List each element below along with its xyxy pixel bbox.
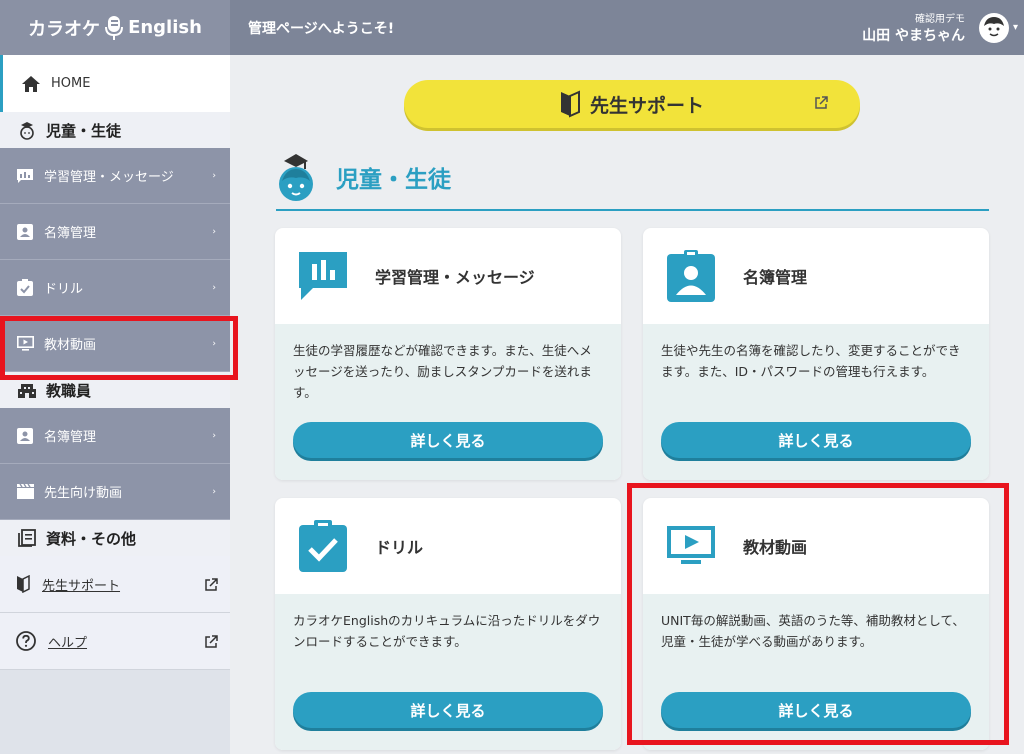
card-header: ドリル bbox=[275, 498, 621, 594]
card-description: カラオケEnglishのカリキュラムに沿ったドリルをダウンロードすることができま… bbox=[293, 613, 601, 649]
external-link-icon bbox=[205, 577, 218, 591]
external-link-icon bbox=[205, 634, 218, 648]
student-icon bbox=[279, 154, 313, 201]
sidebar-item-home[interactable]: HOME bbox=[0, 55, 230, 112]
page-title: 児童・生徒 bbox=[336, 167, 451, 193]
user-subtitle: 確認用デモ bbox=[914, 14, 965, 25]
chevron-right-icon: › bbox=[212, 282, 216, 293]
help-icon bbox=[16, 631, 36, 651]
chevron-right-icon: › bbox=[212, 170, 216, 181]
external-link-icon bbox=[815, 96, 828, 109]
sidebar-link-teacher-support[interactable]: 先生サポート bbox=[0, 556, 230, 613]
video-screen-icon bbox=[667, 526, 715, 564]
sidebar-section-staff: 教職員 bbox=[0, 372, 230, 408]
sidebar-link-help[interactable]: ヘルプ bbox=[0, 613, 230, 670]
id-badge-icon bbox=[16, 223, 34, 240]
chart-message-icon bbox=[299, 252, 347, 300]
building-icon bbox=[18, 384, 36, 398]
sidebar-section-other: 資料・その他 bbox=[0, 520, 230, 556]
id-badge-icon bbox=[16, 427, 34, 444]
card-header: 教材動画 bbox=[643, 498, 989, 594]
chevron-down-icon[interactable]: ▾ bbox=[1013, 22, 1018, 33]
sidebar-section-label: 資料・その他 bbox=[46, 529, 137, 548]
sidebar-item-staff-roster[interactable]: 名簿管理 › bbox=[0, 408, 230, 464]
sidebar-item-label: 名簿管理 bbox=[44, 430, 97, 445]
beginner-mark-icon bbox=[17, 575, 30, 593]
avatar-icon[interactable] bbox=[978, 12, 1009, 43]
card-body: 生徒や先生の名簿を確認したり、変更することができます。また、ID・パスワードの管… bbox=[643, 324, 989, 480]
app-logo[interactable]: カラオケ English bbox=[0, 0, 230, 55]
card-drill: ドリル カラオケEnglishのカリキュラムに沿ったドリルをダウンロードすること… bbox=[275, 498, 621, 750]
student-icon bbox=[20, 122, 34, 140]
sidebar-item-label: HOME bbox=[51, 76, 91, 91]
sidebar-item-label: 名簿管理 bbox=[44, 226, 97, 241]
main-content: 先生サポート 児童・生徒 学習管理・メッセージ 生徒の学習履歴などが確認できます… bbox=[230, 55, 1024, 754]
home-icon bbox=[22, 75, 40, 92]
card-body: UNIT毎の解説動画、英語のうた等、補助教材として、児童・生徒が学べる動画があり… bbox=[643, 594, 989, 750]
detail-button[interactable]: 詳しく見る bbox=[661, 692, 971, 728]
card-header: 名簿管理 bbox=[643, 228, 989, 324]
card-body: 生徒の学習履歴などが確認できます。また、生徒へメッセージを送ったり、励ましスタン… bbox=[275, 324, 621, 480]
id-badge-icon bbox=[667, 250, 715, 302]
sidebar-item-drill[interactable]: ドリル › bbox=[0, 260, 230, 316]
card-title: 教材動画 bbox=[743, 538, 808, 557]
card-description: 生徒や先生の名簿を確認したり、変更することができます。また、ID・パスワードの管… bbox=[661, 343, 961, 379]
card-learning-management: 学習管理・メッセージ 生徒の学習履歴などが確認できます。また、生徒へメッセージを… bbox=[275, 228, 621, 480]
sidebar-section-label: 教職員 bbox=[46, 381, 92, 400]
detail-button[interactable]: 詳しく見る bbox=[293, 422, 603, 458]
card-header: 学習管理・メッセージ bbox=[275, 228, 621, 324]
sidebar-item-teaching-video[interactable]: 教材動画 › bbox=[0, 316, 230, 372]
welcome-message: 管理ページへようこそ! bbox=[248, 20, 395, 37]
card-title: 学習管理・メッセージ bbox=[375, 268, 535, 287]
user-menu[interactable]: ▾ bbox=[978, 12, 1018, 43]
sidebar-item-teacher-video[interactable]: 先生向け動画 › bbox=[0, 464, 230, 520]
teacher-support-button[interactable]: 先生サポート bbox=[404, 80, 860, 128]
card-roster: 名簿管理 生徒や先生の名簿を確認したり、変更することができます。また、ID・パス… bbox=[643, 228, 989, 480]
teacher-support-label: 先生サポート bbox=[589, 94, 704, 117]
logo-text-english: English bbox=[128, 17, 202, 38]
sidebar-item-label: 学習管理・メッセージ bbox=[44, 170, 174, 185]
sidebar-section-students: 児童・生徒 bbox=[0, 112, 230, 148]
card-description: UNIT毎の解説動画、英語のうた等、補助教材として、児童・生徒が学べる動画があり… bbox=[661, 613, 965, 649]
card-body: カラオケEnglishのカリキュラムに沿ったドリルをダウンロードすることができま… bbox=[275, 594, 621, 750]
section-header: 児童・生徒 bbox=[276, 145, 989, 211]
sidebar-item-label: 教材動画 bbox=[44, 338, 97, 353]
document-list-icon bbox=[18, 529, 36, 547]
sidebar-link-label: ヘルプ bbox=[48, 635, 88, 651]
card-title: ドリル bbox=[375, 538, 424, 557]
sidebar-item-label: 先生向け動画 bbox=[44, 486, 123, 501]
video-screen-icon bbox=[16, 336, 34, 351]
user-info: 確認用デモ 山田 やまちゃん bbox=[862, 10, 965, 45]
chevron-right-icon: › bbox=[212, 486, 216, 497]
clapperboard-icon bbox=[16, 484, 34, 499]
sidebar-link-label: 先生サポート bbox=[42, 578, 121, 594]
clipboard-check-icon bbox=[299, 520, 347, 572]
chevron-right-icon: › bbox=[212, 430, 216, 441]
card-description: 生徒の学習履歴などが確認できます。また、生徒へメッセージを送ったり、励ましスタン… bbox=[293, 343, 592, 400]
microphone-icon bbox=[105, 15, 124, 40]
detail-button[interactable]: 詳しく見る bbox=[293, 692, 603, 728]
user-name: 山田 やまちゃん bbox=[862, 28, 965, 44]
chart-message-icon bbox=[16, 168, 34, 183]
card-teaching-video: 教材動画 UNIT毎の解説動画、英語のうた等、補助教材として、児童・生徒が学べる… bbox=[643, 498, 989, 750]
clipboard-check-icon bbox=[16, 279, 34, 296]
chevron-right-icon: › bbox=[212, 338, 216, 349]
beginner-mark-icon bbox=[560, 90, 580, 118]
detail-button[interactable]: 詳しく見る bbox=[661, 422, 971, 458]
chevron-right-icon: › bbox=[212, 226, 216, 237]
sidebar-section-label: 児童・生徒 bbox=[46, 121, 122, 140]
sidebar-item-label: ドリル bbox=[44, 282, 84, 297]
sidebar-item-roster[interactable]: 名簿管理 › bbox=[0, 204, 230, 260]
sidebar: HOME 児童・生徒 学習管理・メッセージ › 名簿管理 › ドリル › 教材動… bbox=[0, 55, 230, 754]
card-title: 名簿管理 bbox=[743, 268, 808, 287]
sidebar-item-learning-management[interactable]: 学習管理・メッセージ › bbox=[0, 148, 230, 204]
top-header: カラオケ English 管理ページへようこそ! 確認用デモ 山田 やまちゃん … bbox=[0, 0, 1024, 55]
logo-text: カラオケ bbox=[28, 18, 101, 40]
